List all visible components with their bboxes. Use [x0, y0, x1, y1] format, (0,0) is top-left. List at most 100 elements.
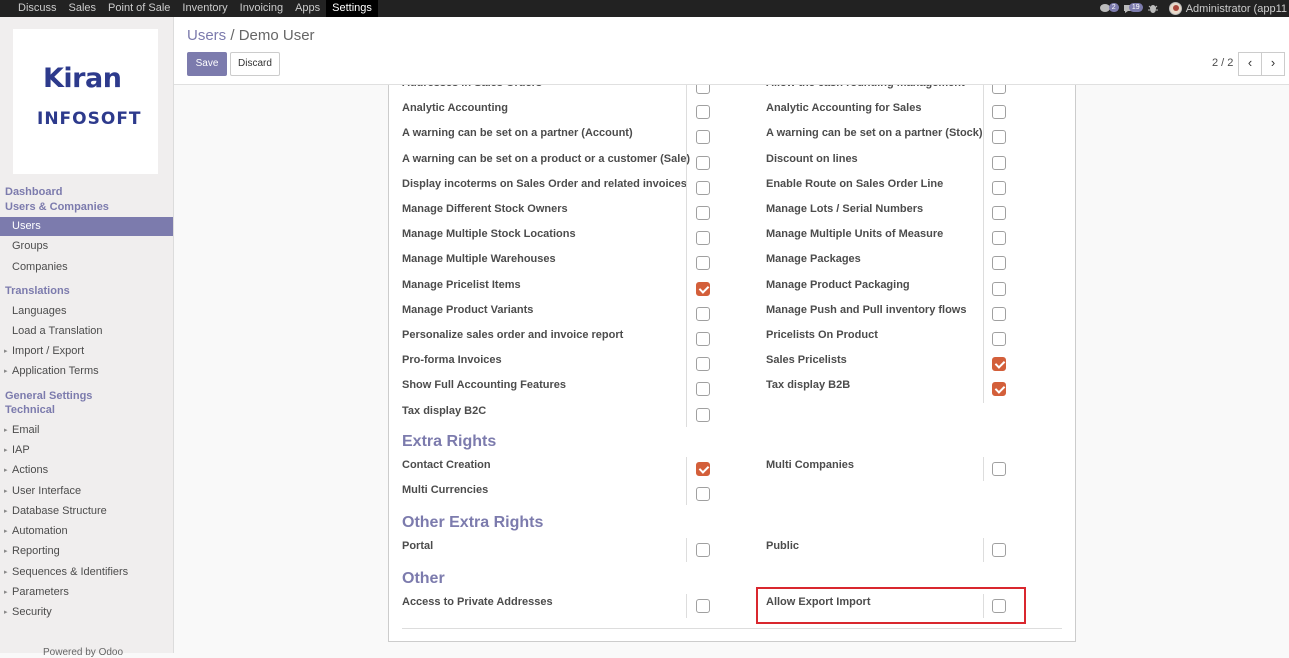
sidebar-section-technical[interactable]: Technical [5, 404, 55, 416]
checkbox[interactable] [992, 105, 1006, 120]
activity-icon[interactable]: 19 [1121, 2, 1143, 15]
checkbox[interactable] [696, 206, 710, 220]
sidebar-item-load-translation[interactable]: Load a Translation [0, 322, 173, 341]
checkbox[interactable] [696, 306, 710, 321]
caret-right-icon: ▸ [4, 528, 8, 535]
checkbox[interactable] [696, 599, 710, 613]
checkbox[interactable] [696, 382, 710, 397]
field-label: Manage Lots / Serial Numbers [766, 203, 924, 215]
sidebar-item-actions[interactable]: ▸ Actions [0, 461, 173, 480]
checkbox[interactable] [696, 543, 710, 557]
checkbox[interactable] [696, 357, 710, 372]
user-name: Administrator (app11 [1185, 2, 1287, 15]
discard-button[interactable]: Discard [230, 52, 280, 76]
sidebar-section-dashboard[interactable]: Dashboard [5, 186, 62, 198]
checkbox[interactable] [696, 155, 710, 170]
sidebar-item-reporting[interactable]: ▸ Reporting [0, 542, 173, 561]
field-label: A warning can be set on a partner (Accou… [402, 127, 633, 140]
checkbox[interactable] [992, 85, 1006, 94]
field-label: Sales Pricelists [766, 354, 847, 367]
checkbox[interactable] [992, 357, 1006, 372]
checkbox[interactable] [992, 306, 1006, 321]
menu-inventory[interactable]: Inventory [176, 0, 233, 17]
breadcrumb: Users / Demo User [187, 27, 315, 44]
checkbox[interactable] [992, 281, 1006, 296]
sidebar-item-security[interactable]: ▸ Security [0, 603, 173, 622]
sidebar-item-iap[interactable]: ▸ IAP [0, 441, 173, 460]
caret-right-icon: ▸ [4, 368, 8, 375]
checkbox[interactable] [696, 85, 710, 94]
form-sheet: Addresses in Sales Orders Allow the cash … [388, 85, 1076, 642]
user-menu[interactable]: Administrator (app11 [1168, 2, 1287, 15]
sidebar-section-general-settings[interactable]: General Settings [5, 390, 92, 402]
field-label: Manage Product Packaging [766, 278, 910, 291]
field-label: Manage Pricelist Items [402, 278, 521, 291]
sidebar-item-languages[interactable]: Languages [0, 302, 173, 321]
sidebar-section-users-companies[interactable]: Users & Companies [5, 201, 109, 213]
checkbox[interactable] [696, 281, 710, 296]
sidebar-item-application-terms[interactable]: ▸ Application Terms [0, 362, 173, 381]
pager-value[interactable]: 2 / 2 [1212, 57, 1233, 69]
sidebar-item-import-export[interactable]: ▸ Import / Export [0, 342, 173, 361]
field-label: Manage Push and Pull inventory flows [766, 303, 967, 316]
sidebar-item-groups[interactable]: Groups [0, 237, 173, 256]
chat-icon[interactable]: 2 [1097, 2, 1119, 15]
menu-point-of-sale[interactable]: Point of Sale [102, 0, 176, 17]
sidebar-item-database-structure[interactable]: ▸ Database Structure [0, 502, 173, 521]
sidebar-item-user-interface[interactable]: ▸ User Interface [0, 482, 173, 501]
checkbox[interactable] [696, 487, 710, 501]
pager-previous-button[interactable]: ‹ [1238, 52, 1262, 76]
sidebar-item-sequences[interactable]: ▸ Sequences & Identifiers [0, 563, 173, 582]
checkbox[interactable] [992, 155, 1006, 170]
checkbox[interactable] [696, 256, 710, 271]
checkbox[interactable] [992, 180, 1006, 195]
checkbox[interactable] [992, 130, 1006, 145]
pager-next-button[interactable]: › [1261, 52, 1285, 76]
checkbox[interactable] [696, 332, 710, 346]
checkbox[interactable] [992, 206, 1006, 220]
save-button[interactable]: Save [187, 52, 227, 76]
checkbox[interactable] [696, 105, 710, 120]
menu-sales[interactable]: Sales [63, 0, 103, 17]
checkbox[interactable] [992, 256, 1006, 271]
sidebar-item-email[interactable]: ▸ Email [0, 421, 173, 440]
chat-badge: 2 [1108, 3, 1119, 12]
sidebar-item-users[interactable]: Users [0, 217, 173, 236]
field-label: Access to Private Addresses [402, 596, 553, 608]
checkbox[interactable] [696, 231, 710, 246]
caret-right-icon: ▸ [4, 467, 8, 474]
checkbox[interactable] [696, 130, 710, 145]
sidebar-item-companies[interactable]: Companies [0, 258, 173, 277]
group-title-other-extra-rights: Other Extra Rights [402, 514, 544, 531]
checkbox[interactable] [992, 382, 1006, 397]
checkbox[interactable] [696, 462, 710, 476]
field-label: Display incoterms on Sales Order and rel… [402, 177, 687, 190]
field-label: Analytic Accounting [402, 102, 508, 115]
menu-invoicing[interactable]: Invoicing [234, 0, 289, 17]
breadcrumb-users-link[interactable]: Users [187, 27, 226, 44]
column-divider [686, 457, 687, 505]
sidebar-item-parameters[interactable]: ▸ Parameters [0, 583, 173, 602]
sidebar-item-label: Import / Export [12, 345, 85, 357]
field-label: Analytic Accounting for Sales [766, 102, 922, 115]
caret-right-icon: ▸ [4, 508, 8, 515]
menu-settings[interactable]: Settings [326, 0, 378, 17]
field-label: Personalize sales order and invoice repo… [402, 329, 624, 341]
systray: 2 19 Administrator (app11 [1097, 0, 1289, 17]
sidebar-section-translations[interactable]: Translations [5, 285, 70, 297]
column-divider [686, 85, 687, 427]
menu-discuss[interactable]: Discuss [12, 0, 63, 17]
breadcrumb-current: Demo User [238, 27, 315, 44]
column-divider [686, 594, 687, 618]
checkbox[interactable] [992, 332, 1006, 346]
menu-apps[interactable]: Apps [289, 0, 326, 17]
checkbox[interactable] [992, 543, 1006, 557]
field-label: Tax display B2B [766, 379, 851, 392]
checkbox[interactable] [696, 407, 710, 422]
group-title-other: Other [402, 570, 445, 587]
checkbox[interactable] [992, 231, 1006, 246]
checkbox[interactable] [992, 462, 1006, 476]
checkbox[interactable] [696, 180, 710, 195]
sidebar-item-automation[interactable]: ▸ Automation [0, 522, 173, 541]
bug-icon[interactable] [1145, 2, 1161, 15]
